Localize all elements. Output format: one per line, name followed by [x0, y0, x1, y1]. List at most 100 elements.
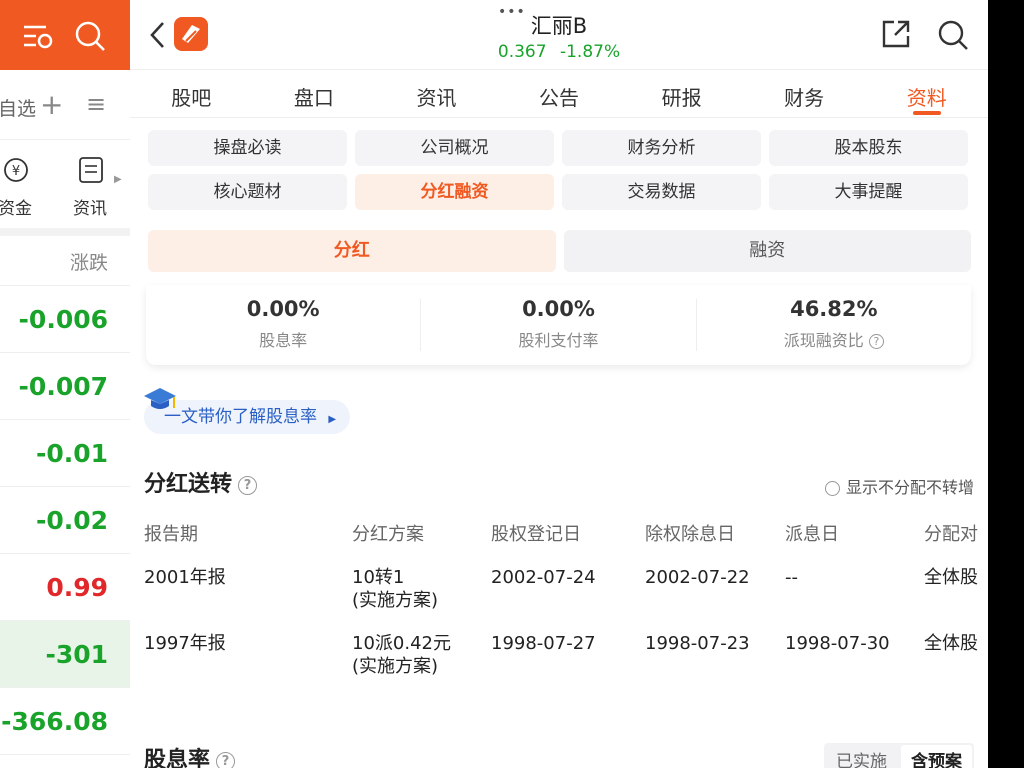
tab-item[interactable]: 资料 [865, 70, 988, 117]
yield-mode-toggle: 已实施 含预案 [824, 743, 974, 768]
cell-plan: 10派0.42元 (实施方案) [352, 632, 451, 678]
stock-header: ••• 汇丽B 0.367 -1.87% [130, 0, 988, 70]
change-value-row[interactable]: -301 [0, 621, 130, 688]
change-value: 0.99 [46, 573, 108, 602]
section-title-text: 分红送转 [144, 472, 233, 497]
change-value: -0.006 [18, 305, 108, 334]
tab-item[interactable]: 财务 [743, 70, 866, 117]
section-title-text: 股息率 [144, 748, 211, 768]
tab-item[interactable]: 公告 [498, 70, 621, 117]
watchlist-topbar [0, 0, 130, 70]
subnav-item[interactable]: 大事提醒 [769, 174, 968, 210]
news-icon[interactable] [78, 156, 104, 184]
fund-label[interactable]: 资金 [0, 194, 32, 219]
quick-entry-row: ¥ 资金 资讯 ▶ [0, 140, 130, 236]
subnav-item[interactable]: 分红融资 [355, 174, 554, 210]
watchlist-group-row: 自选 + ≡ [0, 70, 130, 140]
stat-value: 0.00% [246, 297, 320, 321]
tab-item[interactable]: 盘口 [253, 70, 376, 117]
change-value: -301 [45, 640, 108, 669]
stat-label: 股利支付率 [518, 331, 599, 350]
stat-label-row: 派现融资比 ? [697, 327, 971, 351]
radio-icon [824, 481, 840, 496]
screen-edge [988, 0, 1024, 768]
cell-plan: 10转1 (实施方案) [352, 566, 438, 612]
plan-text: 10转1 [352, 567, 405, 588]
segment-tab[interactable]: 融资 [563, 230, 971, 272]
tab-item[interactable]: 股吧 [130, 70, 253, 117]
subnav-item[interactable]: 股本股东 [769, 130, 968, 166]
plan-text: 10派0.42元 [352, 633, 451, 654]
toggle-label: 显示不分配不转增 [845, 478, 974, 497]
change-value: -0.01 [35, 439, 108, 468]
column-header: 分红方案 [352, 524, 424, 545]
tab-item[interactable]: 研报 [620, 70, 743, 117]
segment-tab[interactable]: 分红 [148, 230, 556, 272]
change-header-label: 涨跌 [69, 252, 108, 274]
change-value-row[interactable]: -0.006 [0, 286, 130, 353]
cell-target: 全体股 [924, 633, 978, 654]
dividend-table: 报告期 分红方案 股权登记日 除权除息日 派息日 分配对 2001年报 10转1 (实施方案)… [144, 520, 988, 698]
stock-detail-panel: ••• 汇丽B 0.367 -1.87% 股吧 盘口 资讯 公告 研报 财务 资料 操盘必读… [130, 0, 988, 768]
cell-record-date: 2002-07-24 [491, 567, 596, 588]
background-watchlist-panel: 自选 + ≡ ¥ 资金 资讯 ▶ 涨跌 -0.006 -0.007 -0.01 -0.… [0, 0, 130, 768]
subnav-item[interactable]: 公司概况 [355, 130, 554, 166]
table-row[interactable]: 2001年报 10转1 (实施方案) 2002-07-24 2002-07-22 -- 全体… [144, 566, 988, 632]
change-value-row[interactable]: -0.007 [0, 353, 130, 420]
search-icon[interactable] [72, 18, 108, 54]
cell-pay-date: 1998-07-30 [785, 633, 890, 654]
dividend-financing-segment: 分红 融资 [148, 230, 971, 272]
profile-subnav-grid: 操盘必读 公司概况 财务分析 股本股东核心题材 分红融资 交易数据 大事提醒 [148, 130, 968, 210]
stock-price: 0.367 [497, 42, 547, 62]
subnav-item[interactable]: 交易数据 [562, 174, 761, 210]
column-header: 报告期 [144, 524, 198, 545]
share-icon[interactable] [880, 18, 912, 50]
column-header: 分配对 [924, 524, 978, 545]
stat-cash-financing-ratio: 46.82% 派现融资比 ? [697, 285, 971, 365]
yield-mode-option[interactable]: 含预案 [901, 745, 972, 768]
cell-period: 1997年报 [144, 633, 226, 654]
subnav-item[interactable]: 操盘必读 [148, 130, 347, 166]
change-value-row[interactable]: -0.02 [0, 487, 130, 554]
column-header: 派息日 [785, 524, 839, 545]
cell-period: 2001年报 [144, 567, 226, 588]
caret-right-icon: ▶ [114, 174, 122, 185]
stock-name: 汇丽B [530, 14, 588, 38]
caret-right-icon: ▶ [328, 414, 337, 425]
change-value: -0.02 [35, 506, 108, 535]
graduation-cap-icon [144, 388, 176, 409]
stat-dividend-yield: 0.00% 股息率 [146, 285, 420, 365]
help-icon[interactable]: ? [238, 475, 258, 495]
help-icon[interactable]: ? [868, 334, 884, 349]
watchlist-group-label[interactable]: 自选 [0, 94, 36, 121]
settings-list-icon[interactable] [20, 18, 56, 54]
news-label[interactable]: 资讯 [73, 194, 107, 219]
stock-change-pct: -1.87% [559, 42, 621, 62]
menu-icon[interactable]: ≡ [86, 90, 106, 118]
yield-mode-option[interactable]: 已实施 [824, 743, 899, 768]
subnav-item[interactable]: 财务分析 [562, 130, 761, 166]
fund-icon[interactable]: ¥ [2, 156, 30, 184]
cell-ex-date: 1998-07-23 [645, 633, 750, 654]
dividend-stats-card: 0.00% 股息率 0.00% 股利支付率 46.82% 派现融资比 ? [146, 285, 971, 365]
table-row[interactable]: 1997年报 10派0.42元 (实施方案) 1998-07-27 1998-07-23… [144, 632, 988, 698]
tab-item[interactable]: 资讯 [375, 70, 498, 117]
search-icon[interactable] [936, 18, 970, 52]
cell-record-date: 1998-07-27 [491, 633, 596, 654]
table-header: 报告期 分红方案 股权登记日 除权除息日 派息日 分配对 [144, 520, 988, 552]
section-title-yield: 股息率? [144, 742, 236, 768]
change-column-header[interactable]: 涨跌 [0, 236, 130, 286]
hide-no-distribution-toggle[interactable]: 显示不分配不转增 [824, 474, 974, 498]
change-value-row[interactable]: -0.01 [0, 420, 130, 487]
add-icon[interactable]: + [40, 88, 63, 121]
change-value-row[interactable]: -366.08 [0, 688, 130, 755]
cell-target: 全体股 [924, 567, 978, 588]
column-header: 股权登记日 [491, 524, 581, 545]
help-icon[interactable]: ? [216, 751, 236, 768]
subnav-item[interactable]: 核心题材 [148, 174, 347, 210]
learn-dividend-yield-link[interactable]: 一文带你了解股息率 ▶ [144, 388, 351, 434]
change-value-row[interactable]: 0.99 [0, 554, 130, 621]
cell-ex-date: 2002-07-22 [645, 567, 750, 588]
main-tabs: 股吧 盘口 资讯 公告 研报 财务 资料 [130, 70, 988, 118]
learn-link-text: 一文带你了解股息率 [164, 407, 317, 427]
